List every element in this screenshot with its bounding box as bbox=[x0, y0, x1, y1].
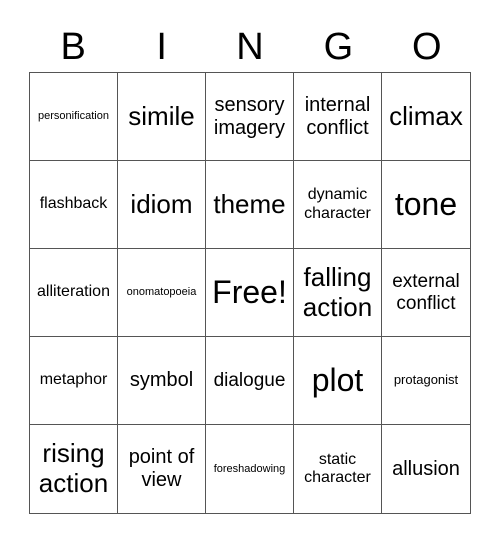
bingo-cell-text: symbol bbox=[129, 369, 194, 391]
bingo-cell[interactable]: alliteration bbox=[30, 249, 118, 337]
bingo-cell-text: alliteration bbox=[37, 283, 110, 301]
bingo-cell-text: idiom bbox=[130, 188, 193, 219]
bingo-cell[interactable]: personification bbox=[30, 73, 118, 161]
header-letter-g: G bbox=[323, 26, 354, 68]
bingo-cell-text: rising action bbox=[38, 438, 109, 498]
bingo-cell-text: dialogue bbox=[213, 369, 286, 391]
bingo-cell-text: climax bbox=[389, 100, 463, 131]
bingo-cell[interactable]: symbol bbox=[118, 337, 206, 425]
bingo-cell-text: external conflict bbox=[392, 270, 460, 314]
bingo-cell-text: tone bbox=[394, 186, 458, 223]
bingo-cell[interactable]: plot bbox=[294, 337, 382, 425]
bingo-cell[interactable]: sensory imagery bbox=[206, 73, 294, 161]
bingo-header: B I N G O bbox=[29, 22, 471, 72]
bingo-cell[interactable]: external conflict bbox=[382, 249, 470, 337]
bingo-cell-text: allusion bbox=[392, 457, 460, 480]
bingo-cell-text: sensory imagery bbox=[213, 93, 286, 139]
bingo-cell[interactable]: theme bbox=[206, 161, 294, 249]
bingo-cell-text: point of view bbox=[128, 446, 195, 491]
header-letter-o: O bbox=[412, 26, 442, 68]
bingo-cell[interactable]: simile bbox=[118, 73, 206, 161]
bingo-cell[interactable]: falling action bbox=[294, 249, 382, 337]
header-letter-b: B bbox=[60, 26, 86, 68]
bingo-cell-text: static character bbox=[304, 450, 371, 486]
bingo-cell[interactable]: protagonist bbox=[382, 337, 470, 425]
bingo-cell[interactable]: flashback bbox=[30, 161, 118, 249]
bingo-cell-text: theme bbox=[213, 188, 286, 219]
bingo-cell-text: Free! bbox=[212, 274, 287, 311]
bingo-cell[interactable]: dynamic character bbox=[294, 161, 382, 249]
bingo-cell[interactable]: static character bbox=[294, 425, 382, 513]
bingo-cell[interactable]: allusion bbox=[382, 425, 470, 513]
bingo-cell[interactable]: idiom bbox=[118, 161, 206, 249]
bingo-cell[interactable]: climax bbox=[382, 73, 470, 161]
bingo-cell[interactable]: onomatopoeia bbox=[118, 249, 206, 337]
bingo-cell-text: internal conflict bbox=[304, 93, 371, 139]
bingo-cell[interactable]: rising action bbox=[30, 425, 118, 513]
bingo-cell[interactable]: Free! bbox=[206, 249, 294, 337]
bingo-cell-text: onomatopoeia bbox=[126, 286, 197, 299]
bingo-grid: personification simile sensory imagery inte… bbox=[29, 72, 471, 514]
bingo-cell-text: plot bbox=[311, 362, 364, 399]
bingo-cell-text: dynamic character bbox=[304, 186, 371, 222]
header-letter-n: N bbox=[236, 26, 264, 68]
header-letter-i: I bbox=[156, 26, 167, 68]
bingo-cell[interactable]: dialogue bbox=[206, 337, 294, 425]
bingo-cell[interactable]: point of view bbox=[118, 425, 206, 513]
bingo-cell-text: falling action bbox=[302, 261, 373, 322]
bingo-cell-text: protagonist bbox=[393, 372, 459, 388]
bingo-cell-text: metaphor bbox=[39, 371, 108, 389]
bingo-cell-text: personification bbox=[38, 110, 109, 123]
bingo-cell-text: flashback bbox=[39, 195, 108, 213]
bingo-cell-text: simile bbox=[128, 100, 195, 131]
bingo-cell[interactable]: tone bbox=[382, 161, 470, 249]
bingo-cell[interactable]: internal conflict bbox=[294, 73, 382, 161]
bingo-cell-text: foreshadowing bbox=[213, 462, 286, 475]
bingo-cell[interactable]: foreshadowing bbox=[206, 425, 294, 513]
bingo-cell[interactable]: metaphor bbox=[30, 337, 118, 425]
